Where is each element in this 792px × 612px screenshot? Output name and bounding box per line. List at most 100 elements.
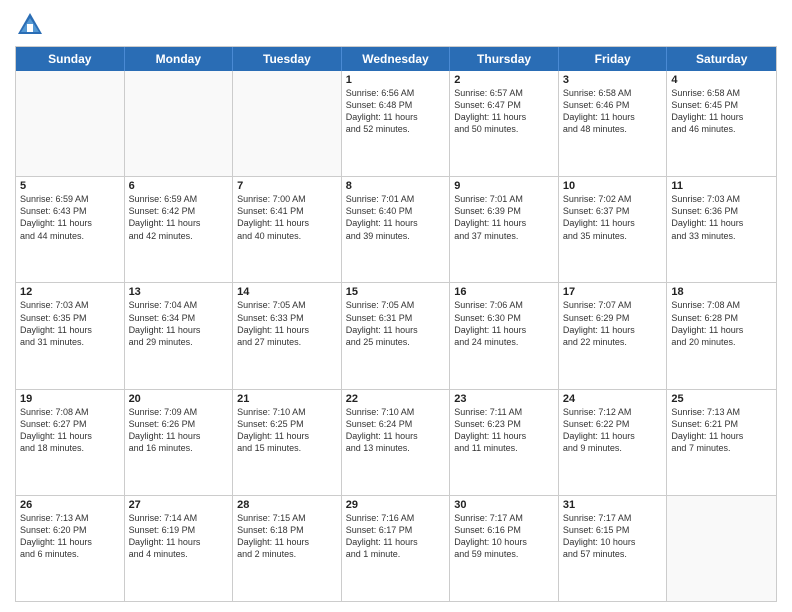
calendar-cell: 8Sunrise: 7:01 AM Sunset: 6:40 PM Daylig… — [342, 177, 451, 282]
day-number: 8 — [346, 180, 446, 192]
calendar-cell: 30Sunrise: 7:17 AM Sunset: 6:16 PM Dayli… — [450, 496, 559, 601]
calendar-cell: 13Sunrise: 7:04 AM Sunset: 6:34 PM Dayli… — [125, 283, 234, 388]
day-info: Sunrise: 7:08 AM Sunset: 6:28 PM Dayligh… — [671, 299, 772, 348]
day-info: Sunrise: 6:58 AM Sunset: 6:45 PM Dayligh… — [671, 87, 772, 136]
day-info: Sunrise: 7:09 AM Sunset: 6:26 PM Dayligh… — [129, 406, 229, 455]
calendar-cell — [667, 496, 776, 601]
calendar-cell: 28Sunrise: 7:15 AM Sunset: 6:18 PM Dayli… — [233, 496, 342, 601]
calendar-cell: 15Sunrise: 7:05 AM Sunset: 6:31 PM Dayli… — [342, 283, 451, 388]
day-number: 9 — [454, 180, 554, 192]
day-info: Sunrise: 7:16 AM Sunset: 6:17 PM Dayligh… — [346, 512, 446, 561]
calendar-header-cell: Thursday — [450, 47, 559, 71]
day-number: 24 — [563, 393, 663, 405]
day-number: 12 — [20, 286, 120, 298]
day-info: Sunrise: 7:01 AM Sunset: 6:39 PM Dayligh… — [454, 193, 554, 242]
calendar-cell: 4Sunrise: 6:58 AM Sunset: 6:45 PM Daylig… — [667, 71, 776, 176]
calendar: SundayMondayTuesdayWednesdayThursdayFrid… — [15, 46, 777, 602]
calendar-cell: 6Sunrise: 6:59 AM Sunset: 6:42 PM Daylig… — [125, 177, 234, 282]
calendar-cell: 27Sunrise: 7:14 AM Sunset: 6:19 PM Dayli… — [125, 496, 234, 601]
day-number: 10 — [563, 180, 663, 192]
day-info: Sunrise: 7:00 AM Sunset: 6:41 PM Dayligh… — [237, 193, 337, 242]
day-info: Sunrise: 6:56 AM Sunset: 6:48 PM Dayligh… — [346, 87, 446, 136]
day-info: Sunrise: 7:04 AM Sunset: 6:34 PM Dayligh… — [129, 299, 229, 348]
day-number: 11 — [671, 180, 772, 192]
day-info: Sunrise: 6:59 AM Sunset: 6:43 PM Dayligh… — [20, 193, 120, 242]
day-info: Sunrise: 7:14 AM Sunset: 6:19 PM Dayligh… — [129, 512, 229, 561]
calendar-row: 26Sunrise: 7:13 AM Sunset: 6:20 PM Dayli… — [16, 496, 776, 601]
day-info: Sunrise: 7:17 AM Sunset: 6:16 PM Dayligh… — [454, 512, 554, 561]
day-number: 29 — [346, 499, 446, 511]
day-info: Sunrise: 7:06 AM Sunset: 6:30 PM Dayligh… — [454, 299, 554, 348]
calendar-row: 12Sunrise: 7:03 AM Sunset: 6:35 PM Dayli… — [16, 283, 776, 389]
day-number: 17 — [563, 286, 663, 298]
day-info: Sunrise: 7:07 AM Sunset: 6:29 PM Dayligh… — [563, 299, 663, 348]
calendar-cell: 20Sunrise: 7:09 AM Sunset: 6:26 PM Dayli… — [125, 390, 234, 495]
calendar-body: 1Sunrise: 6:56 AM Sunset: 6:48 PM Daylig… — [16, 71, 776, 601]
logo — [15, 10, 49, 40]
day-info: Sunrise: 7:11 AM Sunset: 6:23 PM Dayligh… — [454, 406, 554, 455]
calendar-cell: 24Sunrise: 7:12 AM Sunset: 6:22 PM Dayli… — [559, 390, 668, 495]
day-info: Sunrise: 7:17 AM Sunset: 6:15 PM Dayligh… — [563, 512, 663, 561]
header — [15, 10, 777, 40]
day-info: Sunrise: 7:12 AM Sunset: 6:22 PM Dayligh… — [563, 406, 663, 455]
day-number: 18 — [671, 286, 772, 298]
calendar-cell: 21Sunrise: 7:10 AM Sunset: 6:25 PM Dayli… — [233, 390, 342, 495]
calendar-header-cell: Friday — [559, 47, 668, 71]
calendar-cell: 12Sunrise: 7:03 AM Sunset: 6:35 PM Dayli… — [16, 283, 125, 388]
calendar-cell: 9Sunrise: 7:01 AM Sunset: 6:39 PM Daylig… — [450, 177, 559, 282]
calendar-cell: 7Sunrise: 7:00 AM Sunset: 6:41 PM Daylig… — [233, 177, 342, 282]
day-info: Sunrise: 7:08 AM Sunset: 6:27 PM Dayligh… — [20, 406, 120, 455]
calendar-cell: 25Sunrise: 7:13 AM Sunset: 6:21 PM Dayli… — [667, 390, 776, 495]
day-number: 26 — [20, 499, 120, 511]
calendar-cell: 16Sunrise: 7:06 AM Sunset: 6:30 PM Dayli… — [450, 283, 559, 388]
calendar-cell: 3Sunrise: 6:58 AM Sunset: 6:46 PM Daylig… — [559, 71, 668, 176]
calendar-row: 19Sunrise: 7:08 AM Sunset: 6:27 PM Dayli… — [16, 390, 776, 496]
day-info: Sunrise: 7:10 AM Sunset: 6:25 PM Dayligh… — [237, 406, 337, 455]
calendar-row: 5Sunrise: 6:59 AM Sunset: 6:43 PM Daylig… — [16, 177, 776, 283]
day-number: 20 — [129, 393, 229, 405]
day-number: 7 — [237, 180, 337, 192]
calendar-cell: 11Sunrise: 7:03 AM Sunset: 6:36 PM Dayli… — [667, 177, 776, 282]
day-number: 6 — [129, 180, 229, 192]
calendar-cell: 31Sunrise: 7:17 AM Sunset: 6:15 PM Dayli… — [559, 496, 668, 601]
day-number: 3 — [563, 74, 663, 86]
calendar-cell — [16, 71, 125, 176]
calendar-cell: 10Sunrise: 7:02 AM Sunset: 6:37 PM Dayli… — [559, 177, 668, 282]
calendar-cell: 2Sunrise: 6:57 AM Sunset: 6:47 PM Daylig… — [450, 71, 559, 176]
logo-icon — [15, 10, 45, 40]
day-info: Sunrise: 7:15 AM Sunset: 6:18 PM Dayligh… — [237, 512, 337, 561]
calendar-cell — [125, 71, 234, 176]
calendar-cell — [233, 71, 342, 176]
day-info: Sunrise: 7:13 AM Sunset: 6:20 PM Dayligh… — [20, 512, 120, 561]
day-number: 15 — [346, 286, 446, 298]
day-info: Sunrise: 7:10 AM Sunset: 6:24 PM Dayligh… — [346, 406, 446, 455]
day-number: 13 — [129, 286, 229, 298]
calendar-header-cell: Saturday — [667, 47, 776, 71]
calendar-cell: 18Sunrise: 7:08 AM Sunset: 6:28 PM Dayli… — [667, 283, 776, 388]
calendar-header-cell: Monday — [125, 47, 234, 71]
day-number: 21 — [237, 393, 337, 405]
day-number: 1 — [346, 74, 446, 86]
page: SundayMondayTuesdayWednesdayThursdayFrid… — [0, 0, 792, 612]
calendar-cell: 14Sunrise: 7:05 AM Sunset: 6:33 PM Dayli… — [233, 283, 342, 388]
calendar-cell: 1Sunrise: 6:56 AM Sunset: 6:48 PM Daylig… — [342, 71, 451, 176]
calendar-cell: 23Sunrise: 7:11 AM Sunset: 6:23 PM Dayli… — [450, 390, 559, 495]
calendar-cell: 5Sunrise: 6:59 AM Sunset: 6:43 PM Daylig… — [16, 177, 125, 282]
day-number: 23 — [454, 393, 554, 405]
day-info: Sunrise: 6:58 AM Sunset: 6:46 PM Dayligh… — [563, 87, 663, 136]
calendar-header-cell: Wednesday — [342, 47, 451, 71]
calendar-header-cell: Sunday — [16, 47, 125, 71]
day-number: 22 — [346, 393, 446, 405]
calendar-cell: 22Sunrise: 7:10 AM Sunset: 6:24 PM Dayli… — [342, 390, 451, 495]
calendar-cell: 17Sunrise: 7:07 AM Sunset: 6:29 PM Dayli… — [559, 283, 668, 388]
day-info: Sunrise: 7:05 AM Sunset: 6:33 PM Dayligh… — [237, 299, 337, 348]
calendar-cell: 29Sunrise: 7:16 AM Sunset: 6:17 PM Dayli… — [342, 496, 451, 601]
day-number: 2 — [454, 74, 554, 86]
day-info: Sunrise: 7:13 AM Sunset: 6:21 PM Dayligh… — [671, 406, 772, 455]
calendar-cell: 26Sunrise: 7:13 AM Sunset: 6:20 PM Dayli… — [16, 496, 125, 601]
day-info: Sunrise: 7:03 AM Sunset: 6:35 PM Dayligh… — [20, 299, 120, 348]
day-info: Sunrise: 7:01 AM Sunset: 6:40 PM Dayligh… — [346, 193, 446, 242]
day-number: 5 — [20, 180, 120, 192]
day-info: Sunrise: 6:59 AM Sunset: 6:42 PM Dayligh… — [129, 193, 229, 242]
day-number: 28 — [237, 499, 337, 511]
